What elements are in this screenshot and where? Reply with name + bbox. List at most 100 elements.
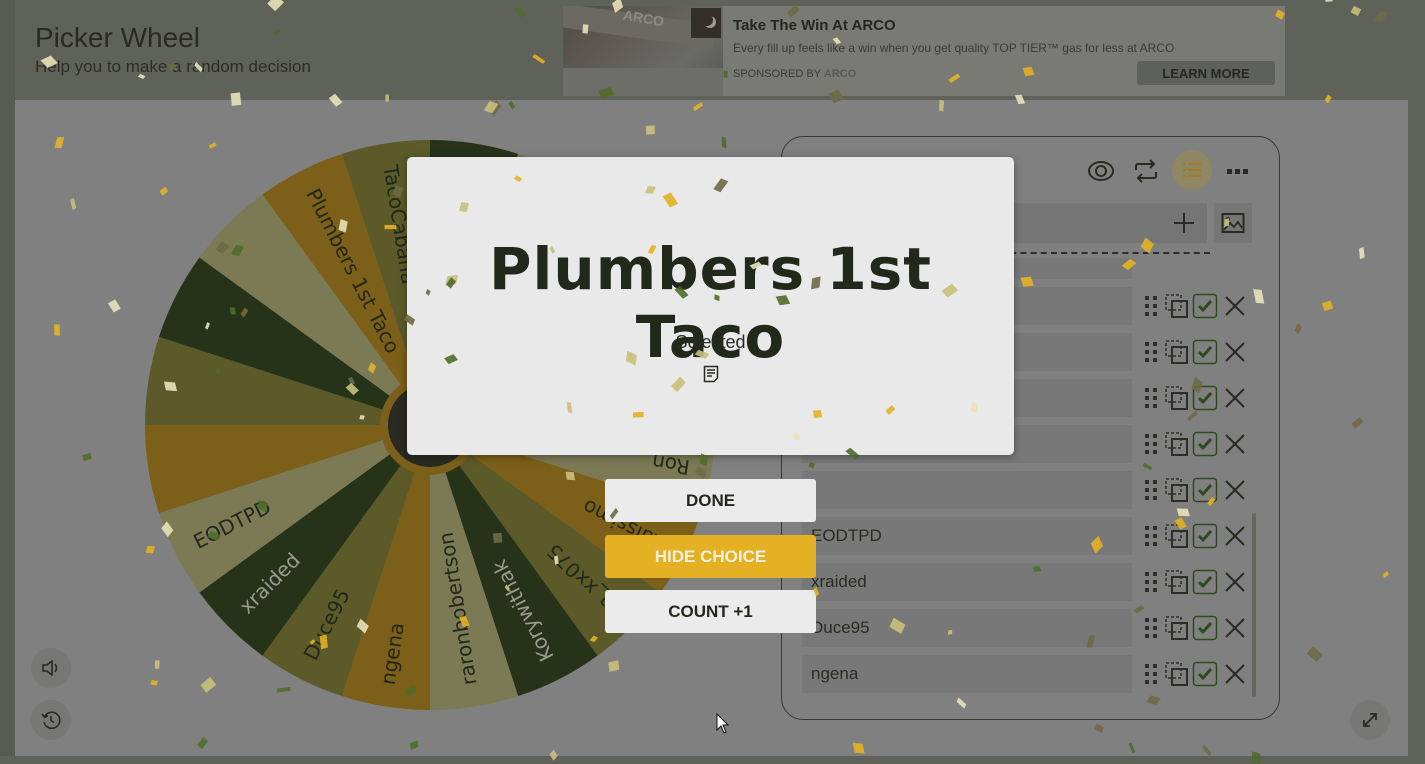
duplicate-icon	[1165, 340, 1188, 364]
drag-handle[interactable]	[1138, 339, 1164, 365]
drag-handle-icon	[1145, 434, 1157, 454]
entry-name[interactable]: Duce95	[802, 609, 1132, 647]
toggle-entry-checkbox[interactable]	[1192, 293, 1218, 319]
duplicate-entry-button[interactable]	[1164, 339, 1190, 365]
note-button[interactable]	[702, 364, 720, 384]
duplicate-entry-button[interactable]	[1164, 523, 1190, 549]
entry-name[interactable]: xraided	[802, 563, 1132, 601]
mouse-cursor-icon	[716, 713, 730, 734]
drag-handle[interactable]	[1138, 661, 1164, 687]
add-entry-button[interactable]	[1166, 205, 1202, 241]
delete-entry-button[interactable]	[1222, 569, 1248, 595]
drag-handle[interactable]	[1138, 523, 1164, 549]
left-edge	[0, 0, 15, 764]
duplicate-icon	[1165, 432, 1188, 456]
shuffle-button[interactable]	[1130, 155, 1162, 187]
close-icon	[1225, 572, 1245, 592]
ad-description: Every fill up feels like a win when you …	[733, 41, 1175, 55]
history-button[interactable]	[31, 700, 71, 740]
entry-actions	[1138, 613, 1248, 643]
entry-row[interactable]: Duce95	[800, 609, 1260, 647]
delete-entry-button[interactable]	[1222, 339, 1248, 365]
duplicate-icon	[1165, 478, 1188, 502]
drag-handle[interactable]	[1138, 477, 1164, 503]
ad-image-ground	[563, 68, 723, 96]
checkbox-checked-icon	[1192, 385, 1218, 411]
duplicate-entry-button[interactable]	[1164, 385, 1190, 411]
entry-row[interactable]: ngena	[800, 655, 1260, 693]
toggle-entry-checkbox[interactable]	[1192, 431, 1218, 457]
entry-name[interactable]: ngena	[802, 655, 1132, 693]
add-image-button[interactable]	[1214, 203, 1252, 243]
duplicate-entry-button[interactable]	[1164, 477, 1190, 503]
more-options-button[interactable]	[1222, 155, 1254, 187]
count-plus-one-button[interactable]: COUNT +1	[605, 590, 816, 633]
fullscreen-button[interactable]	[1350, 700, 1390, 740]
toggle-entry-checkbox[interactable]	[1192, 339, 1218, 365]
close-icon	[1225, 296, 1245, 316]
duplicate-icon	[1165, 386, 1188, 410]
ad-title[interactable]: Take The Win At ARCO	[733, 17, 896, 34]
drag-handle[interactable]	[1138, 569, 1164, 595]
drag-handle[interactable]	[1138, 615, 1164, 641]
toggle-entry-checkbox[interactable]	[1192, 569, 1218, 595]
hide-choice-button[interactable]: HIDE CHOICE	[605, 535, 816, 578]
entry-name[interactable]	[802, 471, 1132, 509]
history-icon	[41, 711, 61, 730]
drop-divider	[1000, 252, 1210, 254]
drag-handle-icon	[1145, 342, 1157, 362]
drag-handle-icon	[1145, 388, 1157, 408]
ad-image[interactable]: ARCO	[563, 6, 723, 96]
image-icon	[1221, 213, 1245, 233]
delete-entry-button[interactable]	[1222, 385, 1248, 411]
toggle-entry-checkbox[interactable]	[1192, 615, 1218, 641]
delete-entry-button[interactable]	[1222, 431, 1248, 457]
sound-button[interactable]	[31, 648, 71, 688]
entries-scrollbar[interactable]	[1252, 513, 1256, 697]
entry-row[interactable]: EODTPD	[800, 517, 1260, 555]
note-icon	[703, 365, 719, 383]
plus-icon	[1174, 213, 1194, 233]
delete-entry-button[interactable]	[1222, 293, 1248, 319]
toggle-entry-checkbox[interactable]	[1192, 523, 1218, 549]
duplicate-entry-button[interactable]	[1164, 431, 1190, 457]
learn-more-button[interactable]: LEARN MORE	[1137, 61, 1275, 85]
close-icon	[1225, 480, 1245, 500]
drag-handle[interactable]	[1138, 431, 1164, 457]
expand-icon	[1363, 713, 1377, 727]
checkbox-checked-icon	[1192, 523, 1218, 549]
duplicate-entry-button[interactable]	[1164, 615, 1190, 641]
drag-handle[interactable]	[1138, 385, 1164, 411]
duplicate-icon	[1165, 662, 1188, 686]
done-button[interactable]: DONE	[605, 479, 816, 522]
toggle-entry-checkbox[interactable]	[1192, 477, 1218, 503]
duplicate-entry-button[interactable]	[1164, 293, 1190, 319]
entry-name[interactable]: EODTPD	[802, 517, 1132, 555]
entry-row[interactable]: xraided	[800, 563, 1260, 601]
bottom-edge	[0, 756, 1425, 764]
entry-actions	[1138, 659, 1248, 689]
ad-sponsor-brand[interactable]: ARCO	[824, 68, 856, 80]
result-status: Selected	[675, 332, 746, 352]
entry-row[interactable]	[800, 471, 1260, 509]
toggle-entry-checkbox[interactable]	[1192, 661, 1218, 687]
delete-entry-button[interactable]	[1222, 615, 1248, 641]
duplicate-entry-button[interactable]	[1164, 661, 1190, 687]
delete-entry-button[interactable]	[1222, 523, 1248, 549]
duplicate-entry-button[interactable]	[1164, 569, 1190, 595]
delete-entry-button[interactable]	[1222, 477, 1248, 503]
close-icon	[1225, 342, 1245, 362]
entry-actions	[1138, 337, 1248, 367]
sponsored-ad[interactable]: ARCO Take The Win At ARCO Every fill up …	[563, 6, 1285, 96]
toggle-entry-checkbox[interactable]	[1192, 385, 1218, 411]
duplicate-icon	[1165, 570, 1188, 594]
drag-handle[interactable]	[1138, 293, 1164, 319]
duplicate-icon	[1165, 616, 1188, 640]
close-icon	[1225, 526, 1245, 546]
shuffle-icon	[1135, 159, 1157, 183]
delete-entry-button[interactable]	[1222, 661, 1248, 687]
list-view-button[interactable]	[1172, 150, 1212, 190]
checkbox-checked-icon	[1192, 477, 1218, 503]
checkbox-checked-icon	[1192, 569, 1218, 595]
toggle-visibility-button[interactable]	[1085, 155, 1117, 187]
